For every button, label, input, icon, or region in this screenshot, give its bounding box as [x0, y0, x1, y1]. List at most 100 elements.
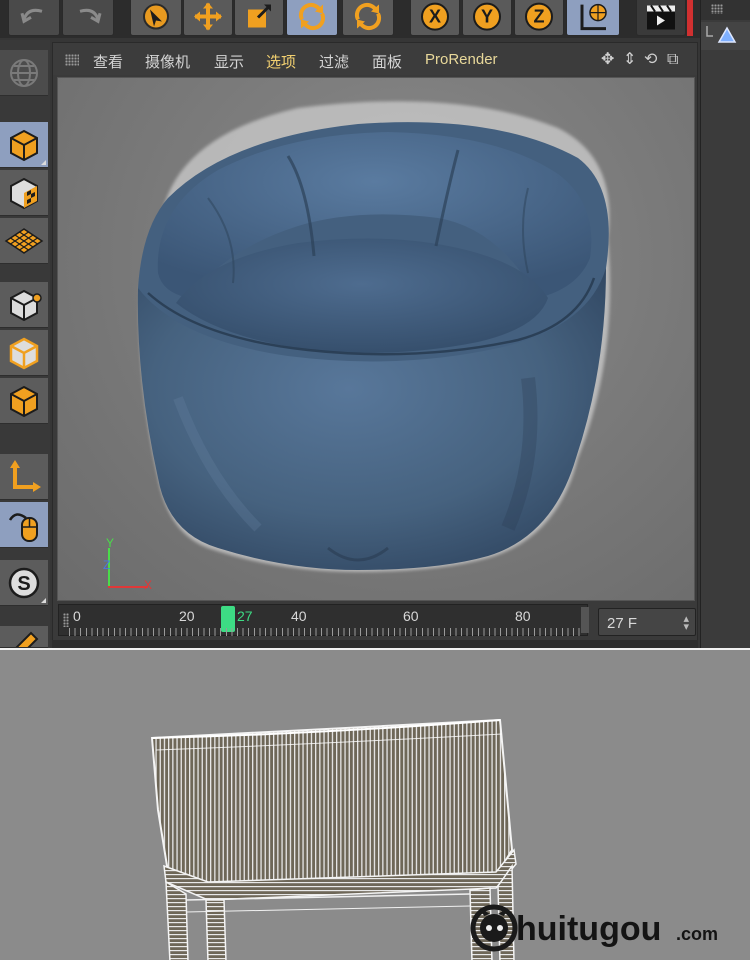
transport-strip	[52, 640, 698, 648]
polygons-cube-icon	[10, 385, 38, 417]
x-axis-letter: X	[429, 7, 441, 27]
select-tool-button[interactable]	[130, 0, 182, 36]
redo-button[interactable]	[62, 0, 114, 36]
tick-label: 60	[403, 608, 419, 624]
axis-icon	[10, 459, 41, 492]
pencil-icon	[15, 631, 39, 647]
watermark-domain: .com	[676, 924, 718, 944]
panel-grip-icon[interactable]	[65, 54, 79, 66]
paint-tool-button[interactable]	[0, 626, 48, 648]
snap-button[interactable]: S	[0, 560, 48, 606]
left-toolbar: S	[0, 40, 50, 648]
3d-viewport[interactable]: Y Z X	[57, 77, 695, 601]
edges-mode-button[interactable]	[0, 330, 48, 376]
main-toolbar: X Y Z	[0, 0, 750, 38]
x-axis-lock-button[interactable]: X	[410, 0, 460, 36]
rotate-icon	[298, 2, 326, 31]
recent-rotate-icon	[354, 2, 382, 31]
y-axis-icon: Y	[473, 2, 501, 31]
current-frame-field[interactable]: 27 F ▴ ▾	[598, 608, 696, 636]
playhead-frame-label: 27	[237, 608, 253, 624]
object-manager-panel	[700, 0, 750, 648]
huitugou-logo: huitugou .com	[470, 904, 718, 952]
model-mode-button[interactable]	[0, 122, 48, 168]
tick-label: 0	[73, 608, 81, 624]
coordinate-system-button[interactable]	[566, 0, 620, 36]
texture-mode-button[interactable]	[0, 170, 48, 216]
z-axis-letter: Z	[534, 7, 545, 27]
menu-display[interactable]: 显示	[214, 51, 244, 72]
snap-letter: S	[17, 573, 30, 595]
axis-mode-button[interactable]	[0, 454, 48, 500]
render-settings-edge	[687, 0, 693, 36]
y-axis-lock-button[interactable]: Y	[462, 0, 512, 36]
viewport-menu-bar: 查看 摄像机 显示 选项 过滤 面板 ProRender ✥ ⇕ ⟲ ⧉	[53, 43, 697, 75]
menu-options[interactable]: 选项	[266, 51, 296, 72]
timeline-ruler[interactable]: 0 20 40 60 80 27	[58, 604, 589, 636]
z-axis-label: Z	[103, 558, 111, 572]
menu-prorender[interactable]: ProRender	[425, 51, 498, 68]
points-mode-button[interactable]	[0, 282, 48, 328]
menu-filter[interactable]: 过滤	[319, 51, 349, 72]
wireframe-preview: huitugou .com	[0, 648, 750, 960]
beanbag-chair-render	[137, 101, 610, 573]
object-row[interactable]	[701, 22, 750, 50]
orbit-icon[interactable]: ⟲	[644, 50, 657, 70]
y-axis-label: Y	[106, 536, 115, 550]
scale-icon	[248, 4, 272, 28]
huitugou-watermark: huitugou .com	[470, 902, 740, 954]
y-axis-letter: Y	[481, 7, 493, 27]
clapperboard-icon	[647, 4, 675, 30]
render-view-button[interactable]	[636, 0, 686, 36]
polygons-mode-button[interactable]	[0, 378, 48, 424]
undo-button[interactable]	[8, 0, 60, 36]
null-object-icon	[706, 26, 737, 43]
x-axis-label: X	[144, 578, 153, 592]
cube-icon	[10, 129, 38, 161]
current-frame-value: 27 F	[607, 615, 638, 632]
timeline-ticks	[69, 628, 581, 636]
screenshot: X Y Z S 查看 摄像机 显示 选项 过滤 面板 ProRender ✥ ⇕…	[0, 0, 750, 960]
points-cube-icon	[10, 289, 42, 321]
panel-grip-icon[interactable]	[711, 4, 723, 14]
x-axis-line	[108, 586, 148, 588]
dolly-icon[interactable]: ⇕	[623, 50, 636, 70]
timeline-end-handle[interactable]	[581, 607, 589, 633]
globe-grid-icon	[10, 58, 38, 87]
rotate-tool-button[interactable]	[286, 0, 338, 36]
viewport-panel: 查看 摄像机 显示 选项 过滤 面板 ProRender ✥ ⇕ ⟲ ⧉ Y Z…	[52, 42, 698, 644]
pan-icon[interactable]: ✥	[601, 50, 614, 70]
scale-tool-button[interactable]	[234, 0, 284, 36]
make-editable-button[interactable]	[0, 50, 48, 96]
menu-camera[interactable]: 摄像机	[145, 51, 190, 72]
checker-cube-icon	[10, 177, 38, 209]
move-tool-button[interactable]	[183, 0, 233, 36]
x-axis-icon: X	[421, 2, 449, 31]
z-axis-lock-button[interactable]: Z	[514, 0, 564, 36]
recent-tool-button[interactable]	[342, 0, 394, 36]
tick-label: 20	[179, 608, 195, 624]
menu-view[interactable]: 查看	[93, 51, 123, 72]
edges-cube-icon	[9, 337, 39, 369]
undo-icon	[20, 8, 43, 24]
select-arrow-icon	[143, 3, 169, 30]
stepper-arrows-icon[interactable]: ▴ ▾	[683, 614, 689, 633]
grid-plane-icon	[4, 227, 44, 254]
z-axis-icon: Z	[525, 2, 553, 31]
tweak-mode-button[interactable]	[0, 502, 48, 548]
viewport-nav-icons: ✥ ⇕ ⟲ ⧉	[601, 50, 691, 70]
snap-icon: S	[8, 567, 40, 598]
mouse-icon	[8, 512, 38, 542]
object-manager-header	[701, 0, 750, 20]
submenu-marker	[41, 160, 46, 165]
axis-gizmo: Y Z X	[100, 536, 170, 592]
tick-label: 40	[291, 608, 307, 624]
world-coordinate-icon	[580, 3, 607, 31]
watermark-text: huitugou	[516, 910, 661, 948]
tick-label: 80	[515, 608, 531, 624]
workplane-mode-button[interactable]	[0, 218, 48, 264]
submenu-marker	[41, 598, 46, 603]
move-icon	[194, 2, 222, 31]
maximize-view-icon[interactable]: ⧉	[667, 50, 678, 70]
menu-panel[interactable]: 面板	[372, 51, 402, 72]
